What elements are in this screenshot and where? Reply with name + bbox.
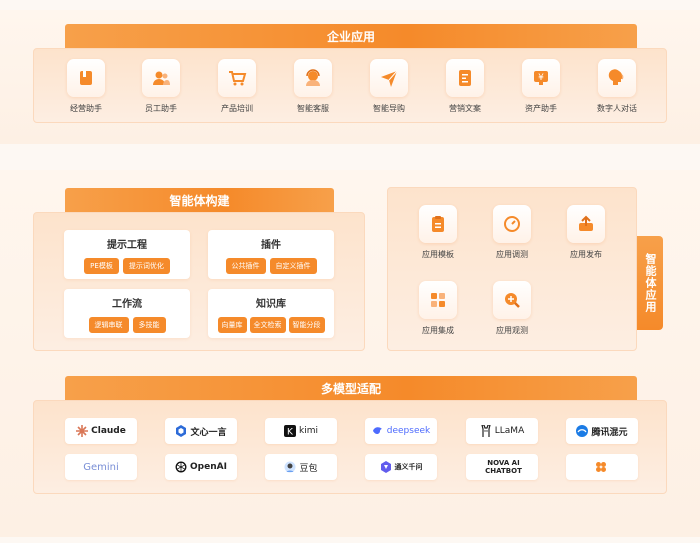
chip-custom-plugin[interactable]: 自定义插件 — [269, 258, 317, 274]
model-label: 腾讯混元 — [591, 427, 628, 438]
flower-icon — [595, 462, 606, 472]
app-label: 应用模板 — [422, 250, 454, 259]
app-label: 资产助手 — [525, 104, 557, 113]
cart-icon — [218, 59, 256, 97]
models-title: 多模型适配 — [65, 376, 637, 400]
prompt-engineering-card: 提示工程 PE模板 提示词优化 — [64, 230, 190, 279]
deepseek-icon — [372, 427, 382, 435]
chip-prompt-optimize[interactable]: 提示词优化 — [122, 258, 170, 274]
document-icon — [446, 59, 484, 97]
app-label: 应用发布 — [570, 250, 602, 259]
model-gemini[interactable]: Gemini — [65, 454, 137, 480]
app-label: 应用观测 — [496, 326, 528, 335]
agent-build-panel: 提示工程 PE模板 提示词优化 插件 公共插件 自定义插件 工作流 逻辑串联 多… — [33, 212, 365, 351]
app-asset-assistant[interactable]: ¥ 资产助手 — [503, 59, 579, 114]
app-product-training[interactable]: 产品培训 — [199, 59, 275, 114]
app-publish[interactable]: 应用发布 — [548, 205, 624, 260]
app-label: 营销文案 — [449, 104, 481, 113]
llama-icon — [481, 425, 491, 437]
knowledge-card: 知识库 向量库 全文检索 智能分段 — [208, 289, 334, 338]
workflow-card: 工作流 逻辑串联 多技能 — [64, 289, 190, 338]
app-label: 应用调测 — [496, 250, 528, 259]
wenxin-icon — [176, 425, 187, 437]
chip-public-plugin[interactable]: 公共插件 — [225, 258, 266, 274]
model-label: 文心一言 — [190, 427, 227, 438]
app-digital-human[interactable]: 数字人对话 — [579, 59, 655, 114]
app-observe[interactable]: 应用观测 — [474, 281, 550, 336]
svg-text:¥: ¥ — [538, 73, 544, 83]
send-icon — [370, 59, 408, 97]
app-label: 应用集成 — [422, 326, 454, 335]
model-claude[interactable]: Claude — [65, 418, 137, 444]
head-icon — [598, 59, 636, 97]
plugin-card: 插件 公共插件 自定义插件 — [208, 230, 334, 279]
model-nova[interactable]: NOVA AI CHATBOT — [466, 454, 538, 480]
claude-icon — [76, 425, 89, 437]
agent-app-panel: 应用模板 应用调测 应用发布 应用集成 应用观测 — [387, 187, 637, 351]
app-label: 产品培训 — [221, 104, 253, 113]
model-doubao[interactable]: 豆包 — [265, 454, 337, 480]
app-label: 经营助手 — [70, 104, 102, 113]
card-title: 知识库 — [256, 299, 286, 310]
model-llama[interactable]: LLaMA — [466, 418, 538, 444]
book-icon — [67, 59, 105, 97]
chip-fulltext-search[interactable]: 全文检索 — [249, 317, 286, 333]
users-icon — [142, 59, 180, 97]
app-debug[interactable]: 应用调测 — [474, 205, 550, 260]
enterprise-title: 企业应用 — [65, 24, 637, 48]
app-label: 员工助手 — [145, 104, 177, 113]
model-more[interactable] — [566, 454, 638, 480]
model-kimi[interactable]: K kimi — [265, 418, 337, 444]
gauge-icon — [493, 205, 531, 243]
chip-logic-chain[interactable]: 逻辑串联 — [88, 317, 129, 333]
app-label: 数字人对话 — [597, 104, 637, 113]
model-label: LLaMA — [494, 426, 525, 436]
tongyi-icon — [380, 461, 391, 473]
agent-app-title: 智能体应用 — [637, 236, 663, 330]
upload-icon — [567, 205, 605, 243]
card-title: 插件 — [261, 240, 281, 251]
model-hunyuan[interactable]: 腾讯混元 — [566, 418, 638, 444]
app-integration[interactable]: 应用集成 — [400, 281, 476, 336]
chip-pe-template[interactable]: PE模板 — [84, 258, 119, 274]
hunyuan-icon — [576, 425, 589, 437]
grid-icon — [419, 281, 457, 319]
app-template[interactable]: 应用模板 — [400, 205, 476, 260]
kimi-icon: K — [284, 425, 296, 437]
openai-icon — [175, 461, 187, 473]
chip-vector-db[interactable]: 向量库 — [217, 317, 247, 333]
model-deepseek[interactable]: deepseek — [365, 418, 437, 444]
model-label: Gemini — [83, 461, 119, 473]
model-tongyi[interactable]: 通义千问 — [365, 454, 437, 480]
app-label: 智能导购 — [373, 104, 405, 113]
enterprise-panel: 经营助手 员工助手 产品培训 智能客服 智能导购 营销文案 ¥ 资产助手 数字人… — [33, 48, 667, 123]
chip-multi-skill[interactable]: 多技能 — [132, 317, 166, 333]
model-wenxin[interactable]: 文心一言 — [165, 418, 237, 444]
model-label: deepseek — [386, 426, 431, 436]
app-label: 智能客服 — [297, 104, 329, 113]
models-panel: Claude 文心一言 K kimi deepseek LLaMA 腾讯混元 G… — [33, 400, 667, 494]
model-label: 豆包 — [299, 463, 318, 474]
zoom-icon — [493, 281, 531, 319]
app-smart-service[interactable]: 智能客服 — [275, 59, 351, 114]
app-staff-assistant[interactable]: 员工助手 — [123, 59, 199, 114]
card-title: 工作流 — [112, 299, 142, 310]
yen-icon: ¥ — [522, 59, 560, 97]
model-label: NOVA AI CHATBOT — [485, 459, 522, 475]
model-label: 通义千问 — [394, 463, 423, 471]
model-label: kimi — [299, 426, 318, 436]
headset-icon — [294, 59, 332, 97]
model-label: Claude — [91, 426, 126, 436]
agent-build-title: 智能体构建 — [65, 188, 334, 212]
app-marketing-copy[interactable]: 营销文案 — [427, 59, 503, 114]
model-openai[interactable]: OpenAI — [165, 454, 237, 480]
app-business-assistant[interactable]: 经营助手 — [48, 59, 124, 114]
chip-smart-segment[interactable]: 智能分段 — [288, 317, 325, 333]
card-title: 提示工程 — [107, 240, 147, 251]
doubao-icon — [284, 461, 296, 473]
model-label: OpenAI — [190, 462, 227, 472]
app-smart-guide[interactable]: 智能导购 — [351, 59, 427, 114]
clipboard-icon — [419, 205, 457, 243]
